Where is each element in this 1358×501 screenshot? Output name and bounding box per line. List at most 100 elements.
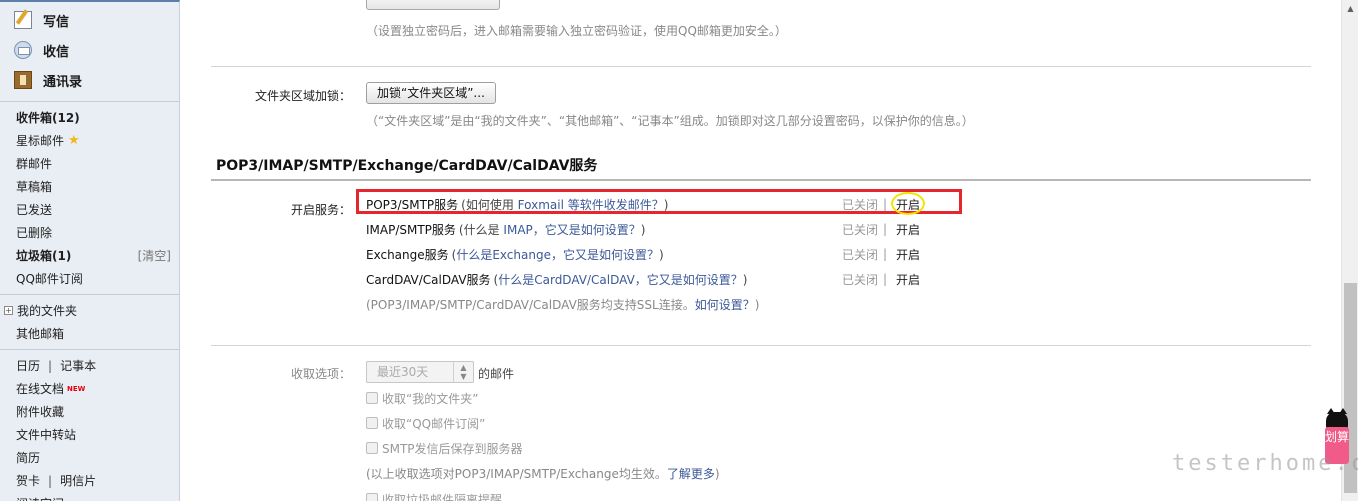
pipe-separator: | (883, 222, 888, 236)
sidebar-item-other-mailboxes[interactable]: 其他邮箱 (16, 322, 179, 345)
calendar-link[interactable]: 日历 (16, 357, 40, 374)
lock-folder-area-button[interactable]: 加锁“文件夹区域”... (366, 82, 496, 104)
settings-content: （设置独立密码后，进入邮箱需要输入独立密码验证，使用QQ邮箱更加安全。） 文件夹… (181, 0, 1341, 501)
pipe-separator: | (48, 358, 53, 373)
enable-imap-link[interactable]: 开启 (896, 221, 920, 238)
sidebar-divider (0, 101, 179, 102)
new-badge: NEW (67, 384, 86, 393)
notes-link[interactable]: 记事本 (60, 357, 96, 374)
sidebar-item-sent[interactable]: 已发送 (16, 198, 179, 221)
clear-spam-link[interactable]: [清空] (138, 247, 171, 264)
help-link[interactable]: 什么是CardDAV/CalDAV，它又是如何设置？ (498, 273, 743, 287)
option-subscriptions[interactable]: 收取“QQ邮件订阅” (366, 414, 485, 432)
sidebar-item-group[interactable]: 群邮件 (16, 152, 179, 175)
inbox-count: (12) (52, 110, 80, 125)
sidebar-item-my-folders[interactable]: + 我的文件夹 (4, 299, 179, 322)
compose-label: 写信 (43, 14, 70, 30)
pipe-separator: | (883, 272, 888, 286)
checkbox[interactable] (366, 493, 378, 501)
service-status: 已关闭 (842, 247, 879, 262)
sidebar-item-online-docs[interactable]: 在线文档 NEW (16, 377, 179, 400)
help-link[interactable]: 什么是Exchange，它又是如何设置？ (456, 248, 659, 262)
checkbox[interactable] (366, 442, 378, 454)
inbox-icon (14, 41, 32, 59)
service-help: (什么是Exchange，它又是如何设置？) (452, 246, 664, 263)
service-name: Exchange服务 (366, 247, 449, 262)
section-title: POP3/IMAP/SMTP/Exchange/CardDAV/CalDAV服务 (216, 158, 598, 174)
sidebar-item-deleted[interactable]: 已删除 (16, 221, 179, 244)
updown-icon: ▲ ▼ (453, 362, 473, 382)
scroll-up-arrow-icon[interactable]: ▲ (1342, 0, 1358, 17)
ssl-hint-text: (POP3/IMAP/SMTP/CardDAV/CalDAV服务均支持SSL连接… (366, 298, 695, 312)
option-my-folders[interactable]: 收取“我的文件夹” (366, 389, 478, 407)
online-docs-label: 在线文档 (16, 382, 65, 396)
help-suffix: ) (742, 272, 748, 287)
help-suffix: ) (640, 222, 646, 237)
receive-hint-text: (以上收取选项对POP3/IMAP/SMTP/Exchange均生效。 (366, 467, 667, 481)
sidebar-item-calendar-notes: 日历 | 记事本 (16, 354, 179, 377)
option-smtp-save[interactable]: SMTP发信后保存到服务器 (366, 439, 523, 457)
ssl-hint-suffix: ) (754, 298, 760, 312)
receive-button[interactable]: 收信 (14, 35, 179, 65)
checkbox[interactable] (366, 392, 378, 404)
pencil-icon (14, 11, 32, 29)
custom-folder-list: + 我的文件夹 其他邮箱 (0, 299, 179, 345)
postcards-link[interactable]: 明信片 (60, 472, 96, 489)
ssl-setup-link[interactable]: 如何设置？ (695, 298, 755, 312)
folder-list: 收件箱 (12) 星标邮件 ★ 群邮件 草稿箱 已发送 已删除 垃圾箱 (1) [清空… (0, 106, 179, 290)
sidebar-item-spam[interactable]: 垃圾箱 (1) [清空] (16, 244, 179, 267)
service-status: 已关闭 (842, 222, 879, 237)
star-icon: ★ (68, 133, 80, 148)
service-help: (什么是 IMAP，它又是如何设置？) (459, 221, 646, 238)
tools-list: 日历 | 记事本 在线文档NEW 附件收藏 文件中转站 简历 贺卡 | 明信片 阅读空间 (0, 354, 179, 501)
sidebar-item-starred[interactable]: 星标邮件 ★ (16, 129, 179, 152)
option-label: 收取垃圾邮件隔离提醒 (382, 492, 503, 501)
option-label: SMTP发信后保存到服务器 (382, 441, 523, 456)
contacts-label: 通讯录 (43, 74, 83, 90)
option-spam-notice[interactable]: 收取垃圾邮件隔离提醒 (366, 490, 502, 501)
sidebar: 写信 收信 通讯录 收件箱 (12) 星标邮件 ★ 群邮件 草稿箱 已发送 已删除 … (0, 0, 180, 501)
my-folders-label: 我的文件夹 (17, 304, 78, 318)
ssl-hint: (POP3/IMAP/SMTP/CardDAV/CalDAV服务均支持SSL连接… (366, 296, 759, 313)
sidebar-item-reading[interactable]: 阅读空间 (16, 492, 179, 501)
receive-range-select[interactable]: 最近30天 ▲ ▼ (366, 361, 474, 383)
divider (211, 66, 1311, 67)
sidebar-item-transfer[interactable]: 文件中转站 (16, 423, 179, 446)
sidebar-item-resume[interactable]: 简历 (16, 446, 179, 469)
contacts-button[interactable]: 通讯录 (14, 65, 179, 95)
learn-more-link[interactable]: 了解更多 (667, 467, 715, 481)
sidebar-item-cards: 贺卡 | 明信片 (16, 469, 179, 492)
receive-options-label: 收取选项： (290, 367, 351, 381)
checkbox[interactable] (366, 417, 378, 429)
set-password-button[interactable] (366, 0, 500, 10)
sidebar-item-attachments[interactable]: 附件收藏 (16, 400, 179, 423)
service-row-imap: IMAP/SMTP服务 (什么是 IMAP，它又是如何设置？) 已关闭 | 开启 (366, 219, 1126, 239)
highlight-circle (891, 192, 925, 215)
receive-hint: (以上收取选项对POP3/IMAP/SMTP/Exchange均生效。了解更多) (366, 465, 720, 482)
compose-button[interactable]: 写信 (14, 5, 179, 35)
pipe-separator: | (48, 473, 53, 488)
independent-password-hint: （设置独立密码后，进入邮箱需要输入独立密码验证，使用QQ邮箱更加安全。） (366, 24, 787, 38)
divider (211, 345, 1311, 346)
option-label: 收取“QQ邮件订阅” (382, 416, 486, 431)
watermark: testerhome.com (1172, 451, 1358, 476)
folder-lock-hint: （“文件夹区域”是由“我的文件夹”、“其他邮箱”、“记事本”组成。加锁即对这几部… (366, 114, 974, 128)
starred-label: 星标邮件 (16, 134, 65, 148)
help-suffix: ) (658, 247, 664, 262)
receive-suffix: 的邮件 (478, 367, 515, 381)
enable-carddav-link[interactable]: 开启 (896, 271, 920, 288)
sidebar-item-inbox[interactable]: 收件箱 (12) (16, 106, 179, 129)
enable-exchange-link[interactable]: 开启 (896, 246, 920, 263)
service-row-exchange: Exchange服务 (什么是Exchange，它又是如何设置？) 已关闭 | … (366, 244, 1126, 264)
sidebar-item-drafts[interactable]: 草稿箱 (16, 175, 179, 198)
expand-icon[interactable]: + (4, 306, 13, 315)
main-actions: 写信 收信 通讯录 (0, 2, 179, 97)
cards-link[interactable]: 贺卡 (16, 472, 40, 489)
highlight-box (356, 189, 962, 214)
sidebar-item-subscriptions[interactable]: QQ邮件订阅 (16, 267, 179, 290)
help-link[interactable]: IMAP，它又是如何设置？ (503, 223, 640, 237)
receive-label: 收信 (43, 44, 70, 60)
spam-count: (1) (52, 248, 72, 263)
service-help: (什么是CardDAV/CalDAV，它又是如何设置？) (494, 271, 748, 288)
folder-lock-label: 文件夹区域加锁： (254, 89, 351, 103)
